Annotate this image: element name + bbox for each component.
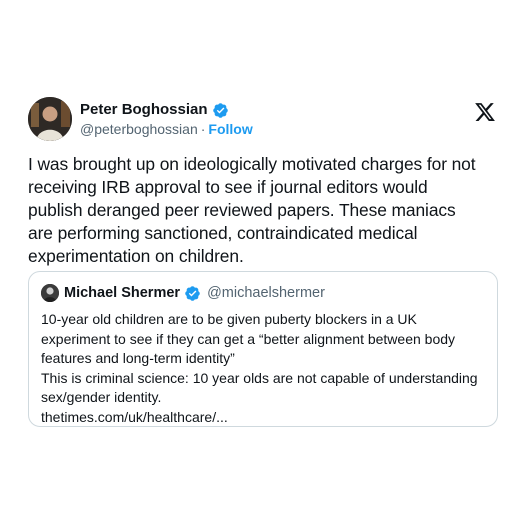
- verified-badge-icon: [212, 102, 229, 119]
- tweet-text-line: publish deranged peer reviewed papers. T…: [28, 200, 456, 220]
- author-name[interactable]: Peter Boghossian: [80, 101, 229, 119]
- quoted-text-line: features and long-term identity”: [41, 350, 235, 366]
- x-logo-icon[interactable]: [474, 101, 496, 123]
- quoted-tweet-text: 10-year old children are to be given pub…: [41, 310, 491, 427]
- quoted-author-row: Michael Shermer @michaelshermer: [64, 284, 325, 302]
- tweet-text-line: I was brought up on ideologically motiva…: [28, 154, 476, 174]
- quoted-author-avatar[interactable]: [41, 284, 59, 302]
- tweet-embed: Peter Boghossian @peterboghossian · Follow…: [28, 97, 498, 427]
- quoted-text-line: sex/gender identity.: [41, 389, 162, 405]
- author-name-text[interactable]: Peter Boghossian: [80, 101, 208, 119]
- quoted-author-name[interactable]: Michael Shermer: [64, 284, 180, 302]
- quoted-text-line: This is criminal science: 10 year olds a…: [41, 369, 478, 386]
- separator-dot: ·: [200, 121, 206, 137]
- quoted-author-handle[interactable]: @michaelshermer: [207, 284, 325, 302]
- tweet-text-line: receiving IRB approval to see if journal…: [28, 177, 428, 197]
- tweet-text-line: are performing sanctioned, contraindicat…: [28, 223, 418, 243]
- follow-link[interactable]: Follow: [208, 121, 252, 137]
- author-handle-row: @peterboghossian · Follow: [80, 121, 253, 138]
- tweet-text: I was brought up on ideologically motiva…: [28, 153, 500, 268]
- tweet-text-line: experimentation on children.: [28, 246, 244, 266]
- author-handle[interactable]: @peterboghossian: [80, 121, 198, 137]
- verified-badge-icon: [184, 285, 201, 302]
- quoted-text-line: experiment to see if they can get a “bet…: [41, 330, 456, 347]
- tweet-header: Peter Boghossian @peterboghossian · Follow: [28, 97, 498, 145]
- author-avatar[interactable]: [28, 97, 72, 141]
- quoted-tweet-card[interactable]: Michael Shermer @michaelshermer 10-year …: [28, 271, 498, 427]
- quoted-text-line: 10-year old children are to be given pub…: [41, 311, 417, 327]
- quoted-link[interactable]: thetimes.com/uk/healthcare/...: [41, 408, 491, 428]
